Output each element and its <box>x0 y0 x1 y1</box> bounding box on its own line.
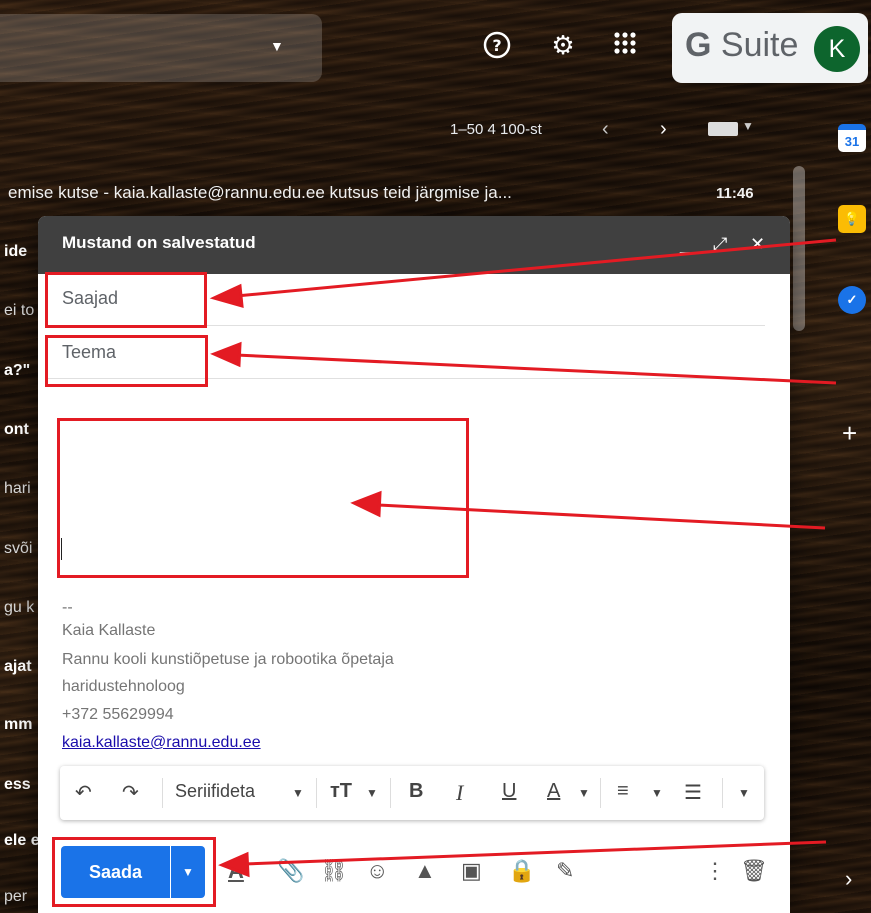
annotation-arrows <box>209 238 837 878</box>
